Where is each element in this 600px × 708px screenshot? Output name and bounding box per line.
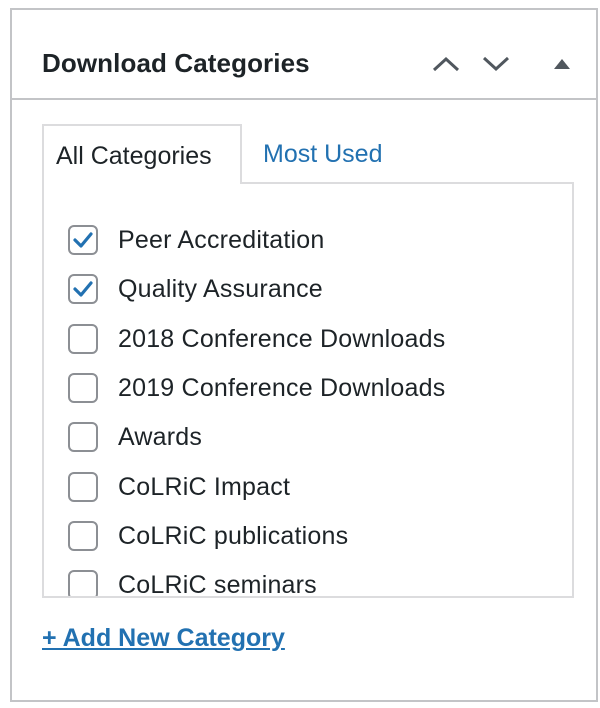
category-row[interactable]: 2018 Conference Downloads [68, 321, 445, 357]
category-row[interactable]: Peer Accreditation [68, 222, 325, 258]
category-row[interactable]: CoLRiC seminars [68, 567, 317, 598]
category-label: CoLRiC seminars [118, 570, 317, 598]
move-down-button[interactable] [476, 44, 516, 84]
tab-most-used[interactable]: Most Used [263, 140, 382, 169]
category-label: Peer Accreditation [118, 225, 325, 254]
category-label: Awards [118, 422, 203, 451]
add-new-category-link[interactable]: + Add New Category [42, 624, 285, 653]
category-row[interactable]: 2019 Conference Downloads [68, 370, 445, 406]
category-checkbox[interactable] [68, 472, 98, 502]
category-label: CoLRiC Impact [118, 472, 291, 501]
category-checkbox[interactable] [68, 225, 98, 255]
category-tabs: All Categories Most Used [42, 124, 574, 184]
checkmark-icon [73, 281, 93, 297]
category-row[interactable]: CoLRiC publications [68, 518, 348, 554]
triangle-up-icon [554, 59, 570, 69]
category-checkbox[interactable] [68, 324, 98, 354]
move-up-button[interactable] [426, 44, 466, 84]
panel-title: Download Categories [42, 48, 310, 78]
category-label: Quality Assurance [118, 274, 323, 303]
category-checkbox[interactable] [68, 521, 98, 551]
category-checkbox[interactable] [68, 274, 98, 304]
panel-header: Download Categories [12, 10, 596, 100]
category-checkbox[interactable] [68, 422, 98, 452]
download-categories-panel: Download Categories All Categories Most … [10, 8, 598, 702]
category-row[interactable]: CoLRiC Impact [68, 469, 290, 505]
category-checkbox[interactable] [68, 373, 98, 403]
category-checklist[interactable]: Peer Accreditation Quality Assurance 2018 … [42, 182, 574, 598]
category-label: CoLRiC publications [118, 521, 349, 550]
category-checkbox[interactable] [68, 570, 98, 596]
category-label: 2018 Conference Downloads [118, 324, 446, 353]
category-row[interactable]: Quality Assurance [68, 271, 323, 307]
chevron-up-icon [432, 56, 460, 72]
category-label: 2019 Conference Downloads [118, 373, 446, 402]
checkmark-icon [73, 232, 93, 248]
tab-all-categories[interactable]: All Categories [42, 124, 242, 184]
chevron-down-icon [482, 56, 510, 72]
category-row[interactable]: Awards [68, 419, 202, 455]
toggle-panel-button[interactable] [542, 44, 582, 84]
